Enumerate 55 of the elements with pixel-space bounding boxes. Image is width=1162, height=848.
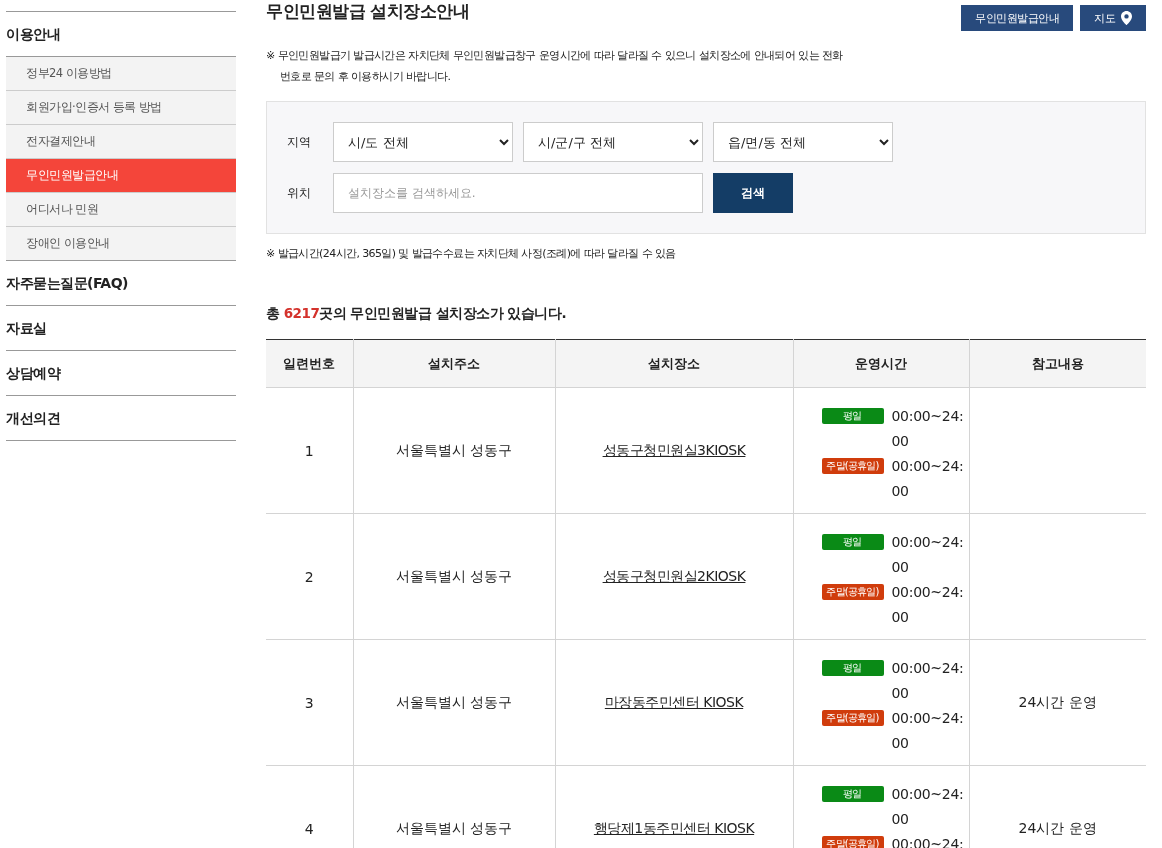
note-text: 24시간 운영 (1018, 819, 1097, 836)
hours-text: 00:00~24:00 (891, 709, 964, 753)
day-badge: 평일 (821, 534, 884, 550)
note-text: 24시간 운영 (1018, 693, 1097, 710)
region-select[interactable]: 시/군/구 전체 (523, 122, 703, 162)
column-header: 설치장소 (555, 339, 793, 388)
table-cell: 서울특별시 성동구 (353, 639, 555, 766)
hours-text: 00:00~24:00 (891, 583, 964, 627)
notice-text: ※ 무인민원발급기 발급시간은 자치단체 무인민원발급창구 운영시간에 따라 달라질 수 있으니 설치장소에 안내되어 있는 전화번호로 문의 후 이용하시기 바랍니다. (266, 48, 844, 85)
sidebar-item[interactable]: 무인민원발급안내 (6, 158, 236, 192)
fee-note: ※ 발급시간(24시간, 365일) 및 발급수수료는 자치단체 사정(조례)에 따라 달라질 수 있음 (266, 246, 677, 261)
table-cell: 1 (266, 387, 353, 514)
sidebar-section[interactable]: 개선의견 (6, 395, 236, 441)
result-summary: 총 6217곳의 무인민원발급 설치장소가 있습니다. (266, 305, 567, 323)
region-label: 지역 (287, 133, 312, 151)
day-badge: 주말(공휴일) (821, 836, 884, 848)
guide-button[interactable]: 무인민원발급안내 (961, 5, 1073, 31)
sidebar-section[interactable]: 상담예약 (6, 350, 236, 395)
day-badge: 평일 (821, 660, 884, 676)
search-field[interactable]: 설치장소를 검색하세요. (333, 173, 703, 213)
region-select[interactable]: 읍/면/동 전체 (713, 122, 893, 162)
region-select[interactable]: 시/도 전체 (333, 122, 513, 162)
map-button[interactable]: 지도 (1080, 5, 1146, 31)
hours-text: 00:00~24:00 (891, 533, 964, 577)
column-header: 참고내용 (969, 339, 1146, 388)
sidebar-item[interactable]: 회원가입·인증서 등록 방법 (6, 90, 236, 124)
day-badge: 평일 (821, 786, 884, 802)
sidebar-section[interactable]: 자주묻는질문(FAQ) (6, 260, 236, 305)
hours-text: 00:00~24:00 (891, 457, 964, 501)
search-button[interactable]: 검색 (713, 173, 793, 213)
day-badge: 평일 (821, 408, 884, 424)
hours-text: 00:00~24:00 (891, 785, 964, 829)
column-header: 운영시간 (793, 339, 969, 388)
day-badge: 주말(공휴일) (821, 584, 884, 600)
location-pin-icon (1121, 11, 1132, 25)
sidebar-item[interactable]: 정부24 이용방법 (6, 57, 236, 90)
day-badge: 주말(공휴일) (821, 458, 884, 474)
sidebar-item[interactable]: 어디서나 민원 (6, 192, 236, 226)
table-cell: 서울특별시 성동구 (353, 387, 555, 514)
day-badge: 주말(공휴일) (821, 710, 884, 726)
table-cell: 서울특별시 성동구 (353, 513, 555, 640)
hours-text: 00:00~24:00 (891, 407, 964, 451)
table-cell: 3 (266, 639, 353, 766)
column-header: 일련번호 (266, 339, 353, 388)
sidebar-item[interactable]: 장애인 이용안내 (6, 226, 236, 260)
place-link[interactable]: 성동구청민원실3KIOSK (602, 441, 746, 458)
hours-text: 00:00~24:00 (891, 659, 964, 703)
location-label: 위치 (287, 184, 312, 202)
column-header: 설치주소 (353, 339, 555, 388)
page-title: 무인민원발급 설치장소안내 (266, 0, 470, 22)
place-link[interactable]: 마장동주민센터 KIOSK (604, 693, 744, 710)
place-link[interactable]: 성동구청민원실2KIOSK (602, 567, 746, 584)
sidebar-section[interactable]: 자료실 (6, 305, 236, 350)
table-cell: 2 (266, 513, 353, 640)
place-link[interactable]: 행당제1동주민센터 KIOSK (593, 819, 755, 836)
